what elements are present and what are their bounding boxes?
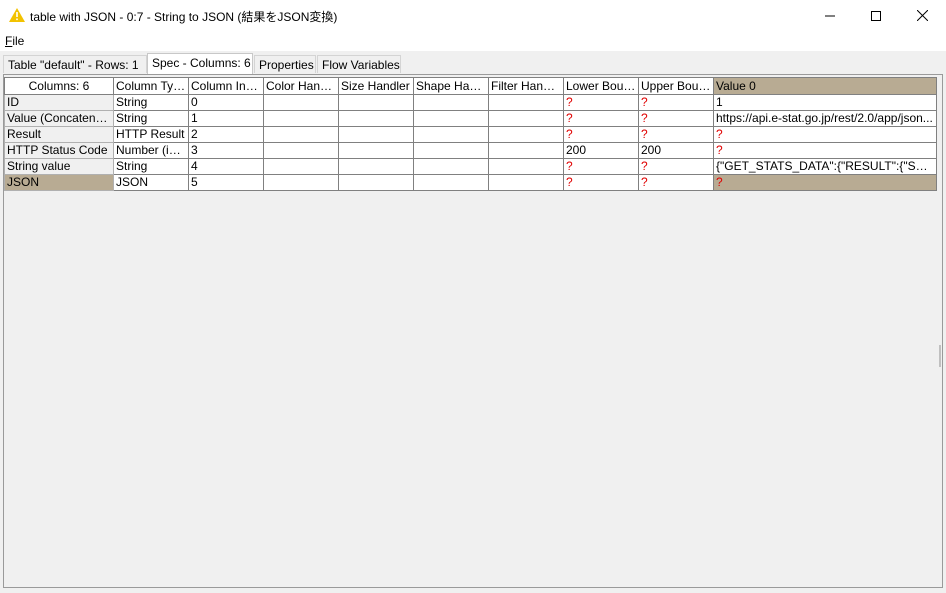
col-header-color-handler[interactable]: Color Handl...	[263, 77, 339, 95]
table-cell[interactable]: 0	[188, 94, 264, 111]
table-cell[interactable]	[338, 158, 414, 175]
col-header-size-handler[interactable]: Size Handler	[338, 77, 414, 95]
table-cell[interactable]	[488, 158, 564, 175]
table-cell[interactable]: JSON	[113, 174, 189, 191]
table-cell[interactable]	[263, 94, 339, 111]
corner-header: Columns: 6	[4, 77, 114, 95]
close-icon	[916, 10, 928, 21]
table-cell[interactable]: 5	[188, 174, 264, 191]
spec-table: Columns: 6 Column Type Column Index Colo…	[4, 77, 937, 191]
table-cell[interactable]: ?	[563, 110, 639, 127]
table-row[interactable]: ID String 0?? 1	[4, 94, 937, 111]
table-cell[interactable]	[338, 142, 414, 159]
row-header[interactable]: ID	[4, 94, 114, 111]
table-cell[interactable]	[263, 142, 339, 159]
col-header-upper-bound[interactable]: Upper Bound	[638, 77, 714, 95]
header-row: Columns: 6 Column Type Column Index Colo…	[4, 77, 937, 95]
table-cell[interactable]: String	[113, 158, 189, 175]
table-cell[interactable]	[413, 126, 489, 143]
table-cell[interactable]: 200	[638, 142, 714, 159]
table-row[interactable]: HTTP Status Code Number (inte... 3 200 200?	[4, 142, 937, 159]
table-cell[interactable]	[413, 110, 489, 127]
warning-triangle-icon	[9, 8, 25, 22]
menu-bar: File	[0, 31, 946, 51]
table-cell[interactable]: https://api.e-stat.go.jp/rest/2.0/app/js…	[713, 110, 937, 127]
table-cell[interactable]: ?	[563, 126, 639, 143]
minimize-icon	[825, 15, 835, 16]
col-header-shape-handler[interactable]: Shape Hand...	[413, 77, 489, 95]
tab-flow-variables[interactable]: Flow Variables	[317, 55, 401, 73]
table-cell[interactable]	[338, 94, 414, 111]
window-title: table with JSON - 0:7 - String to JSON (…	[30, 10, 338, 24]
table-cell[interactable]	[263, 110, 339, 127]
table-cell[interactable]	[338, 110, 414, 127]
col-header-filter-handler[interactable]: Filter Handl...	[488, 77, 564, 95]
tab-properties[interactable]: Properties	[254, 55, 316, 73]
title-bar: table with JSON - 0:7 - String to JSON (…	[0, 0, 946, 32]
table-cell[interactable]: ?	[638, 110, 714, 127]
table-cell[interactable]	[413, 174, 489, 191]
table-cell[interactable]	[413, 158, 489, 175]
table-cell[interactable]: ?	[713, 142, 937, 159]
table-cell[interactable]: ?	[638, 126, 714, 143]
close-button[interactable]	[899, 0, 945, 31]
spec-panel: Columns: 6 Column Type Column Index Colo…	[3, 74, 943, 588]
table-row[interactable]: Result HTTP Result 2???	[4, 126, 937, 143]
table-cell[interactable]: ?	[713, 126, 937, 143]
row-header[interactable]: JSON	[4, 174, 114, 191]
table-cell[interactable]: {"GET_STATS_DATA":{"RESULT":{"STAT...	[713, 158, 937, 175]
table-cell[interactable]: ?	[563, 174, 639, 191]
spec-table-scroll[interactable]: Columns: 6 Column Type Column Index Colo…	[4, 77, 938, 587]
table-cell[interactable]	[488, 174, 564, 191]
table-cell[interactable]: 3	[188, 142, 264, 159]
maximize-button[interactable]	[853, 0, 899, 31]
table-row[interactable]: JSON JSON 5???	[4, 174, 937, 191]
table-cell[interactable]	[488, 126, 564, 143]
tab-table-default[interactable]: Table "default" - Rows: 1	[3, 55, 147, 73]
row-header[interactable]: String value	[4, 158, 114, 175]
table-cell[interactable]	[488, 110, 564, 127]
minimize-button[interactable]	[807, 0, 853, 31]
table-cell[interactable]: String	[113, 110, 189, 127]
table-cell[interactable]: HTTP Result	[113, 126, 189, 143]
menu-file[interactable]: File	[5, 34, 24, 48]
table-cell[interactable]	[263, 158, 339, 175]
table-cell[interactable]	[338, 174, 414, 191]
table-cell[interactable]	[263, 126, 339, 143]
table-cell[interactable]: ?	[563, 158, 639, 175]
table-cell[interactable]: String	[113, 94, 189, 111]
table-cell[interactable]: Number (inte...	[113, 142, 189, 159]
table-cell[interactable]: ?	[638, 174, 714, 191]
table-row[interactable]: Value (Concatenate) String 1?? https://api.…	[4, 110, 937, 127]
col-header-lower-bound[interactable]: Lower Bound	[563, 77, 639, 95]
table-cell[interactable]	[413, 94, 489, 111]
table-cell[interactable]	[413, 142, 489, 159]
table-cell[interactable]: ?	[638, 94, 714, 111]
table-cell[interactable]	[263, 174, 339, 191]
table-cell[interactable]: 4	[188, 158, 264, 175]
resize-grip[interactable]	[939, 345, 941, 367]
col-header-value-0[interactable]: Value 0	[713, 77, 937, 95]
tab-container: Table "default" - Rows: 1 Properties Flo…	[0, 51, 946, 593]
table-cell[interactable]: 2	[188, 126, 264, 143]
table-cell[interactable]: 1	[713, 94, 937, 111]
table-cell[interactable]	[338, 126, 414, 143]
row-header[interactable]: HTTP Status Code	[4, 142, 114, 159]
table-cell[interactable]: 200	[563, 142, 639, 159]
table-cell[interactable]: ?	[638, 158, 714, 175]
col-header-column-type[interactable]: Column Type	[113, 77, 189, 95]
row-header[interactable]: Result	[4, 126, 114, 143]
table-cell[interactable]: ?	[563, 94, 639, 111]
tab-spec-columns[interactable]: Spec - Columns: 6	[147, 53, 253, 74]
table-cell[interactable]	[488, 142, 564, 159]
col-header-column-index[interactable]: Column Index	[188, 77, 264, 95]
maximize-icon	[871, 10, 881, 21]
table-cell[interactable]: 1	[188, 110, 264, 127]
table-cell[interactable]: ?	[713, 174, 937, 191]
row-header[interactable]: Value (Concatenate)	[4, 110, 114, 127]
table-cell[interactable]	[488, 94, 564, 111]
table-row[interactable]: String value String 4?? {"GET_STATS_DATA":{…	[4, 158, 937, 175]
